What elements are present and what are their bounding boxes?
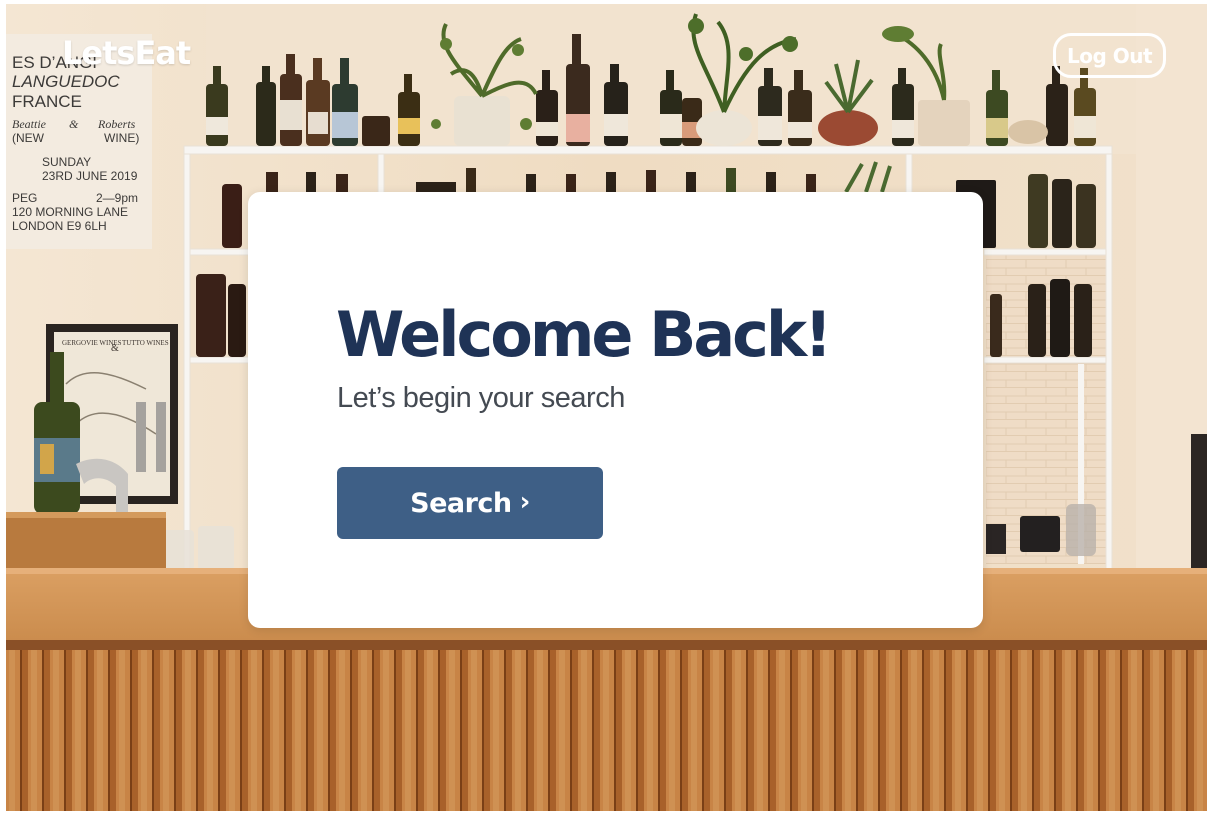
poster-line8-left: PEG: [12, 191, 37, 205]
welcome-subtitle: Let’s begin your search: [337, 382, 625, 414]
poster-line2: LANGUEDOC: [12, 72, 120, 91]
poster-line4-left: Beattie: [12, 117, 47, 131]
picture-right-text: TUTTO WINES: [122, 339, 169, 347]
poster-line5-right: WINE): [104, 131, 139, 145]
poster-line5-left: (NEW: [12, 131, 45, 145]
picture-amp: &: [111, 343, 119, 354]
poster-line3: FRANCE: [12, 92, 82, 111]
poster-line4-right: Roberts: [97, 117, 136, 131]
app-logo[interactable]: LetsEat: [62, 34, 191, 72]
chevron-right-icon: ›: [519, 487, 531, 517]
search-button-label: Search: [410, 487, 512, 519]
welcome-card: Welcome Back! Let’s begin your search Se…: [248, 192, 983, 628]
poster-line10: LONDON E9 6LH: [12, 219, 107, 233]
search-button[interactable]: Search ›: [337, 467, 603, 539]
poster-line6: SUNDAY: [42, 155, 91, 169]
welcome-title: Welcome Back!: [336, 298, 832, 371]
poster-line8-right: 2—9pm: [96, 191, 138, 205]
poster-line9: 120 MORNING LANE: [12, 205, 128, 219]
poster-line7: 23RD JUNE 2019: [42, 169, 138, 183]
app-frame: ES D’ANGI LANGUEDOC FRANCE Beattie & Rob…: [6, 4, 1207, 811]
logout-button[interactable]: Log Out: [1053, 33, 1166, 78]
poster-line4-amp: &: [69, 117, 79, 131]
